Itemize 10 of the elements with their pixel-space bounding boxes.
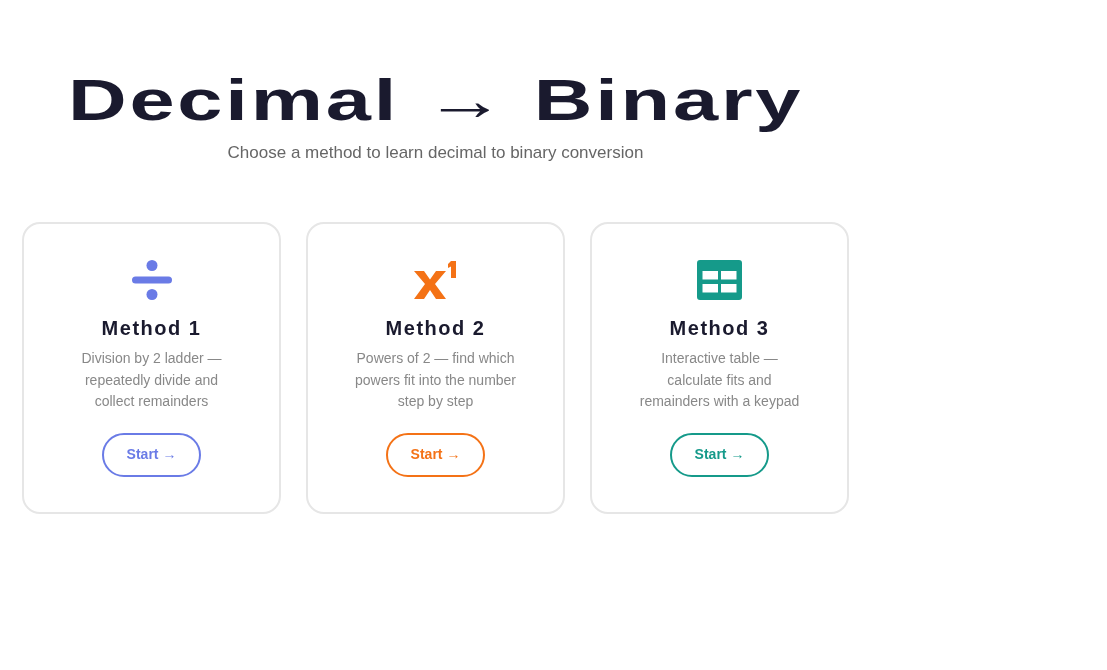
method-description: Powers of 2 — find which powers fit into the number step by step — [353, 349, 518, 411]
start-button[interactable]: Start → — [101, 432, 202, 477]
method-title: Method 3 — [669, 316, 770, 340]
method-title: Method 1 — [101, 316, 202, 340]
start-button[interactable]: Start → — [385, 432, 486, 477]
method-description: Division by 2 ladder — repeatedly divide and collect remainders — [80, 349, 223, 411]
page-subtitle: Choose a method to learn decimal to binary conversion — [226, 142, 645, 164]
start-button[interactable]: Start → — [669, 432, 770, 477]
method-title: Method 2 — [385, 316, 486, 340]
method-description: Interactive table — calculate fits and remainders with a keypad — [638, 349, 801, 411]
